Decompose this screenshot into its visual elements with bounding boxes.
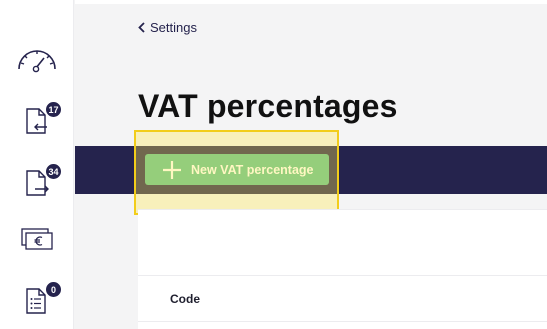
- page-title: VAT percentages: [138, 88, 398, 124]
- header-divider: [138, 321, 547, 322]
- euro-money-icon: [21, 228, 53, 250]
- sidebar-item-outgoing[interactable]: 34: [0, 158, 74, 208]
- top-strip: [75, 0, 547, 4]
- back-to-settings-link[interactable]: Settings: [138, 20, 197, 35]
- sidebar-item-incoming[interactable]: 17: [0, 96, 74, 146]
- new-vat-percentage-label: New VAT percentage: [191, 162, 314, 177]
- sidebar-item-tasks[interactable]: 0: [0, 276, 74, 326]
- plus-icon: [162, 160, 182, 180]
- chevron-left-icon: [138, 22, 145, 33]
- outgoing-count-badge: 34: [46, 164, 61, 179]
- card-divider: [138, 275, 547, 276]
- dashboard-gauge-icon: [18, 50, 56, 73]
- main-content: Settings VAT percentages New VAT percent…: [75, 0, 547, 329]
- new-vat-percentage-button[interactable]: New VAT percentage: [145, 154, 329, 185]
- tasks-count-badge: 0: [46, 282, 61, 297]
- sidebar-item-payments[interactable]: [0, 214, 74, 264]
- incoming-count-badge: 17: [46, 102, 61, 117]
- column-header-code[interactable]: Code: [170, 292, 200, 306]
- sidebar-item-dashboard[interactable]: [0, 35, 74, 85]
- back-link-label: Settings: [150, 20, 197, 35]
- vat-table-card: Code: [138, 209, 547, 329]
- sidebar: 17 34 0: [0, 0, 74, 329]
